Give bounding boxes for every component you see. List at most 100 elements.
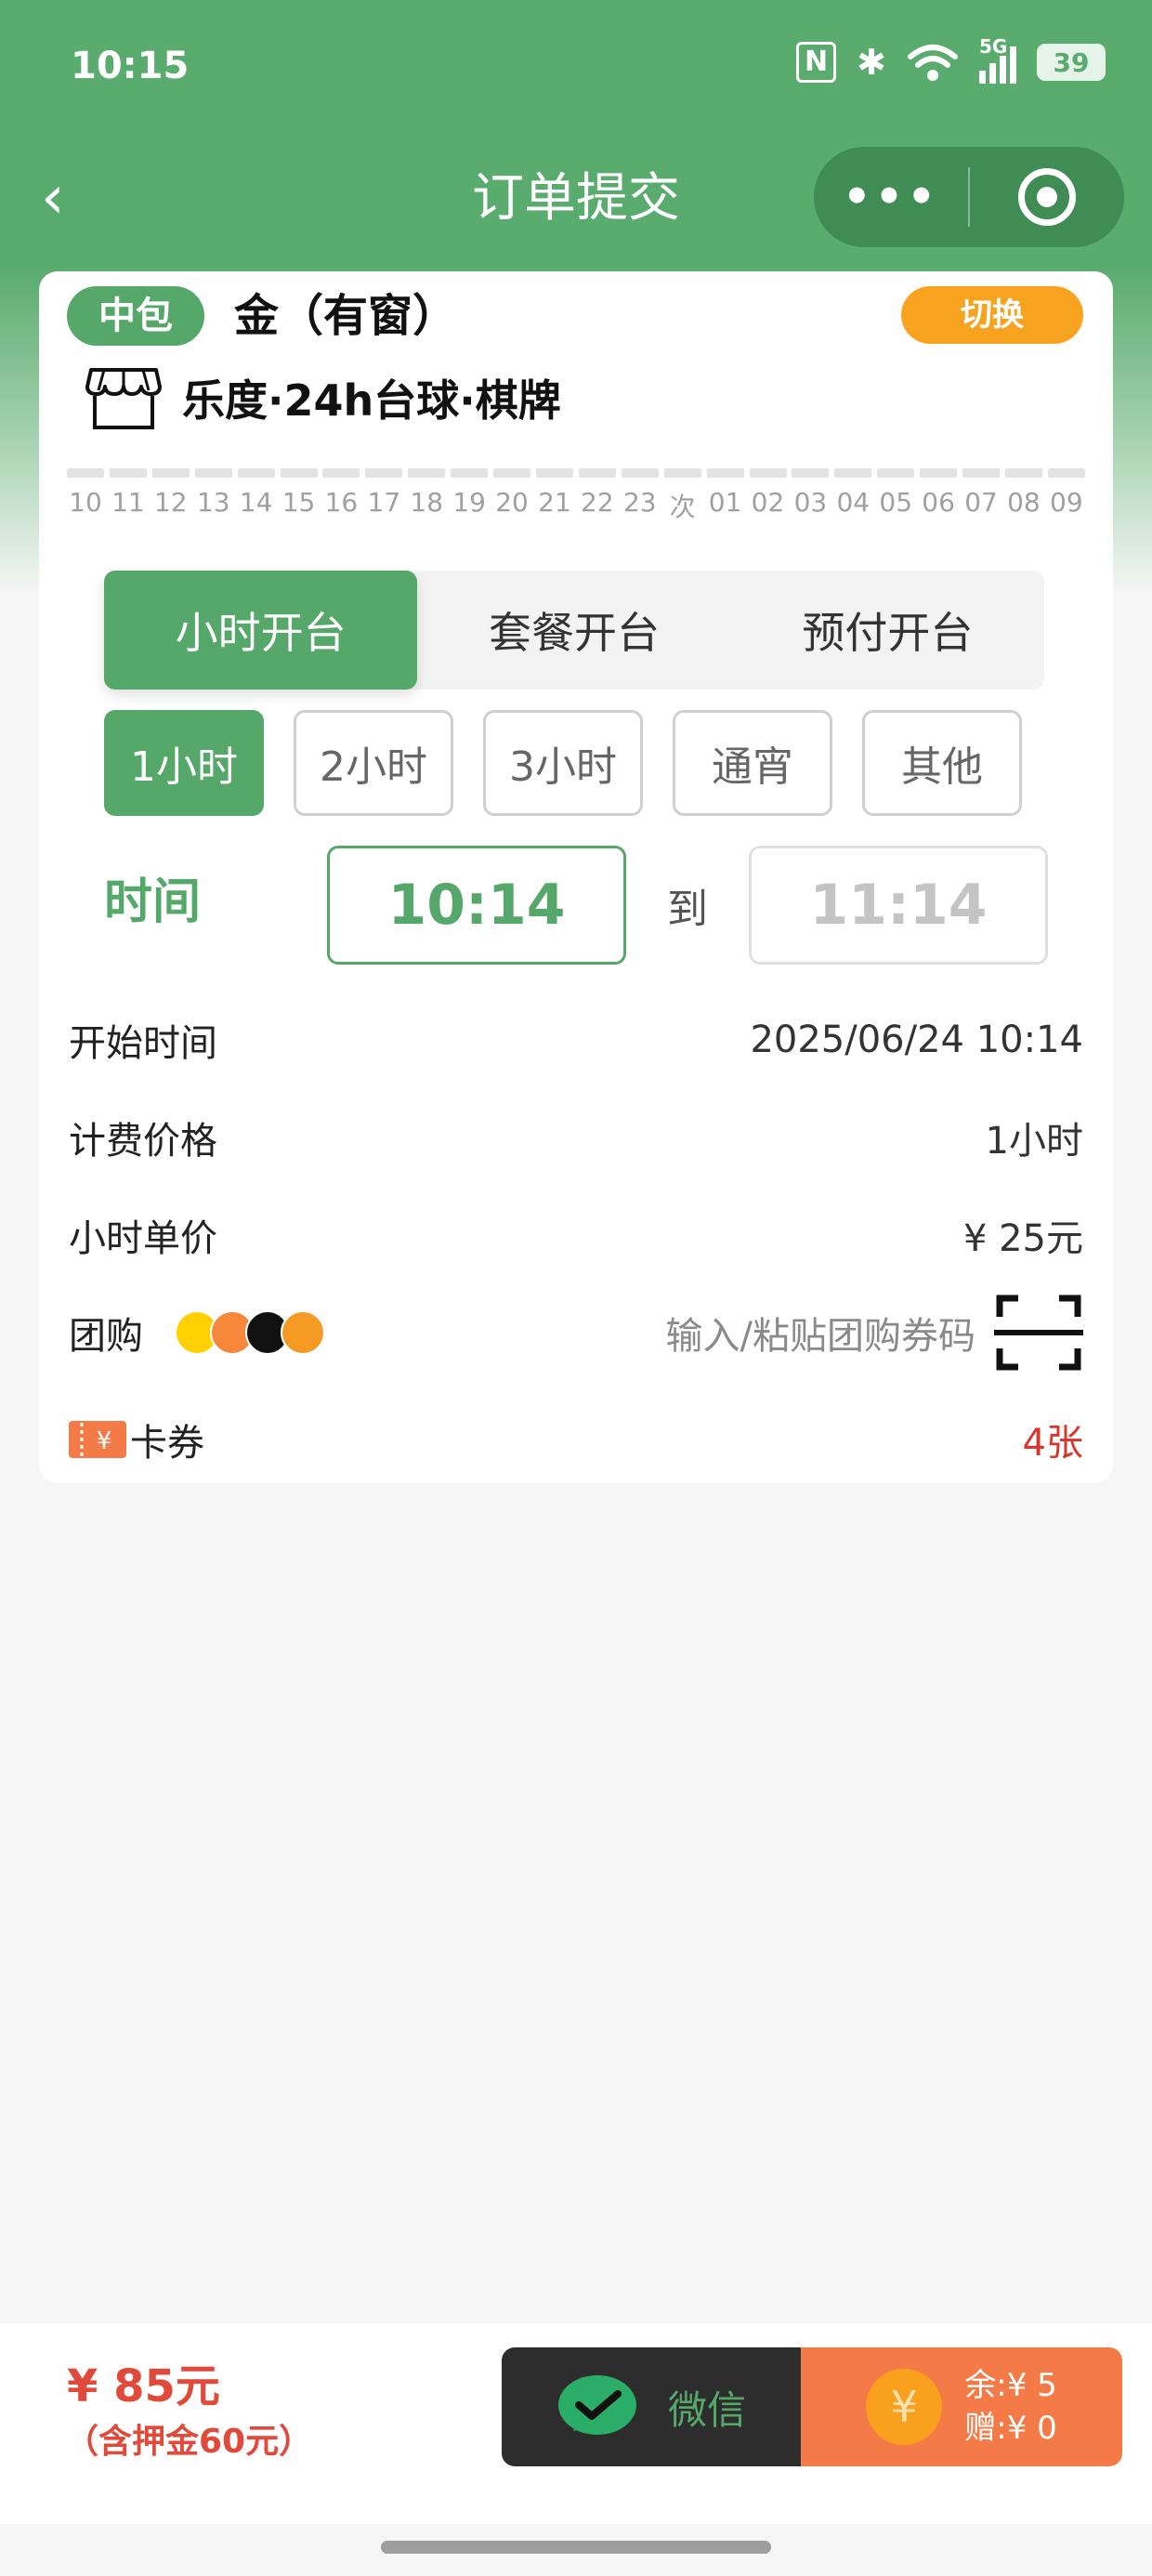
timeline-label: 05 xyxy=(879,487,913,518)
balance-bonus: 赠:¥ 0 xyxy=(964,2410,1057,2447)
checkout-bar: ¥ 85元 （含押金60元） 微信 ¥ 余:¥ 5 赠:¥ 0 xyxy=(0,2323,1152,2524)
order-card: 中包 金（有窗） 切换 乐度·24h台球·棋牌 10 11 12 13 14 1… xyxy=(39,271,1113,1483)
timeline-label: 20 xyxy=(495,487,529,518)
svg-text:¥: ¥ xyxy=(97,1427,112,1455)
other-platform-icon xyxy=(281,1310,325,1355)
more-menu-button[interactable]: ••• xyxy=(814,171,968,223)
group-buy-left: 团购 xyxy=(69,1306,325,1360)
duration-1h-button[interactable]: 1小时 xyxy=(104,710,264,816)
timeline-slot: 11 xyxy=(109,468,147,524)
bluetooth-icon: ✱ xyxy=(857,42,886,83)
signal-icon: 5G xyxy=(979,35,1016,84)
timeline-label: 15 xyxy=(281,487,316,518)
billing-mode-tabs: 小时开台 套餐开台 预付开台 xyxy=(104,571,1044,690)
switch-room-button[interactable]: 切换 xyxy=(901,286,1083,344)
wechat-icon xyxy=(557,2375,636,2435)
group-buy-right: 输入/粘贴团购券码 xyxy=(666,1293,1083,1373)
store-name: 乐度·24h台球·棋牌 xyxy=(182,375,561,426)
home-indicator[interactable] xyxy=(381,2541,771,2554)
wifi-icon xyxy=(908,45,958,81)
start-time-value: 2025/06/24 10:14 xyxy=(750,1019,1083,1061)
timeline-slot: 18 xyxy=(408,468,446,524)
status-bar: 10:15 N ✱ 5G 39 xyxy=(0,0,1152,139)
timeline-slot: 23 xyxy=(621,468,659,524)
payment-options: 微信 ¥ 余:¥ 5 赠:¥ 0 xyxy=(502,2347,1122,2466)
tab-prepaid[interactable]: 预付开台 xyxy=(731,571,1044,690)
end-time-picker[interactable]: 11:14 xyxy=(749,846,1048,965)
timeline-label: 23 xyxy=(622,487,657,518)
timeline-slot: 20 xyxy=(493,468,531,524)
timeline-label: 次 xyxy=(669,492,696,522)
duration-3h-button[interactable]: 3小时 xyxy=(483,710,643,816)
timeline-label: 11 xyxy=(111,487,145,518)
timeline-label: 18 xyxy=(410,487,444,518)
nfc-icon: N xyxy=(796,42,837,83)
group-buy-label: 团购 xyxy=(69,1315,143,1358)
timeline-slot: 10 xyxy=(67,468,104,524)
timeline-slot: 01 xyxy=(706,468,744,524)
timeline-slot: 15 xyxy=(280,468,318,524)
timeline-label: 04 xyxy=(836,487,871,518)
timeline-label: 12 xyxy=(153,487,188,518)
billing-row: 计费价格 1小时 xyxy=(69,1105,1083,1170)
timeline-label: 09 xyxy=(1050,487,1083,518)
timeline-slot: 04 xyxy=(834,468,872,524)
network-type: 5G xyxy=(979,35,1008,58)
timeline-slot: 07 xyxy=(962,468,1001,524)
timeline-slot: 08 xyxy=(1004,468,1042,524)
timeline-slot: 05 xyxy=(877,468,915,524)
timeline-label: 02 xyxy=(751,487,785,518)
deposit-note: （含押金60元） xyxy=(65,2423,313,2461)
billing-value: 1小时 xyxy=(985,1120,1083,1163)
coupon-row[interactable]: ¥ 卡券 4张 xyxy=(69,1407,1083,1472)
balance-info: 余:¥ 5 赠:¥ 0 xyxy=(964,2364,1057,2450)
timeline-label: 14 xyxy=(239,487,273,518)
timeline-label: 01 xyxy=(708,487,742,518)
scan-icon[interactable] xyxy=(994,1293,1083,1373)
timeline-slot: 09 xyxy=(1047,468,1085,524)
billing-label: 计费价格 xyxy=(69,1120,217,1163)
balance-pay-button[interactable]: ¥ 余:¥ 5 赠:¥ 0 xyxy=(801,2347,1122,2466)
timeline-slot: 12 xyxy=(151,468,190,524)
timeline-slot: 次 xyxy=(663,468,701,524)
total-price: ¥ 85元 xyxy=(67,2360,220,2412)
time-to-label: 到 xyxy=(667,886,708,933)
duration-overnight-button[interactable]: 通宵 xyxy=(673,710,832,816)
timeline-slot: 14 xyxy=(237,468,275,524)
time-label: 时间 xyxy=(104,874,202,930)
timeline-slot: 02 xyxy=(749,468,787,524)
timeline-slot: 21 xyxy=(535,468,573,524)
timeline-label: 06 xyxy=(922,487,955,518)
unit-price-label: 小时单价 xyxy=(69,1217,217,1260)
mini-program-capsule: ••• xyxy=(814,147,1124,247)
status-icons: N ✱ 5G 39 xyxy=(796,35,1106,85)
close-mini-program-button[interactable] xyxy=(970,168,1124,226)
start-time-picker[interactable]: 10:14 xyxy=(327,846,626,965)
timeline-label: 22 xyxy=(581,487,614,518)
coupon-left: ¥ 卡券 xyxy=(69,1413,204,1466)
unit-price-row: 小时单价 ¥ 25元 xyxy=(69,1203,1083,1268)
target-icon xyxy=(1018,168,1076,226)
tab-hourly[interactable]: 小时开台 xyxy=(104,571,418,690)
room-size-badge: 中包 xyxy=(67,286,204,346)
timeline-slot: 16 xyxy=(322,468,360,524)
start-time-row: 开始时间 2025/06/24 10:14 xyxy=(69,1007,1083,1072)
duration-other-button[interactable]: 其他 xyxy=(862,710,1022,816)
yen-icon: ¥ xyxy=(866,2369,943,2445)
tab-package[interactable]: 套餐开台 xyxy=(417,571,730,690)
coupon-icon: ¥ xyxy=(69,1421,126,1458)
timeline-label: 21 xyxy=(538,487,571,518)
timeline-slot: 17 xyxy=(365,468,403,524)
timeline-label: 17 xyxy=(367,487,401,518)
timeline-label: 03 xyxy=(793,487,828,518)
group-code-input[interactable]: 输入/粘贴团购券码 xyxy=(666,1306,975,1360)
coupon-label: 卡券 xyxy=(130,1422,204,1465)
duration-2h-button[interactable]: 2小时 xyxy=(294,710,453,816)
start-time-label: 开始时间 xyxy=(69,1022,217,1065)
timeline-label: 16 xyxy=(324,487,359,518)
timeline-label: 07 xyxy=(964,487,998,518)
timeline-slot: 13 xyxy=(194,468,232,524)
wechat-pay-button[interactable]: 微信 xyxy=(502,2347,801,2466)
wechat-pay-label: 微信 xyxy=(667,2386,746,2433)
timeline-label: 19 xyxy=(452,487,486,518)
